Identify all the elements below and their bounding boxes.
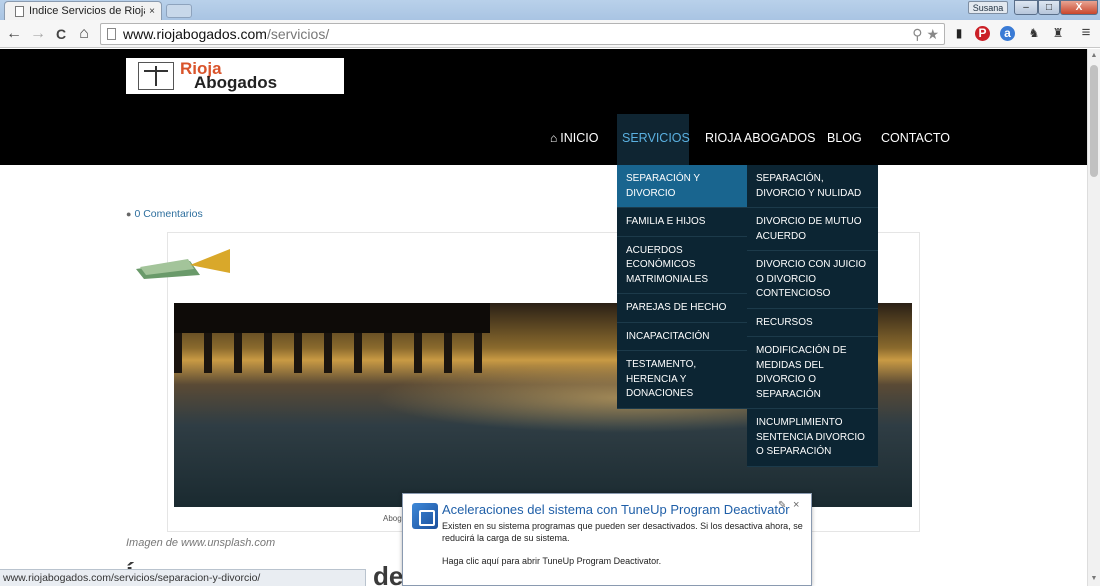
submenu-item-familia-e-hijos[interactable]: FAMILIA E HIJOS [617,208,747,237]
profile-badge[interactable]: Susana [968,1,1008,14]
vertical-scrollbar[interactable]: ▲ ▼ [1087,49,1100,586]
flyout-item-separacion-divorcio-nulidad[interactable]: SEPARACIÓN, DIVORCIO Y NULIDAD [747,165,878,208]
menu-item-inicio[interactable]: ⌂ INICIO [545,114,603,165]
servicios-dropdown: SEPARACIÓN Y DIVORCIO FAMILIA E HIJOS AC… [617,165,747,409]
address-bar[interactable]: www.riojabogados.com/servicios/ ⚲ ★ [100,23,945,45]
heading-tail: de [373,561,404,586]
window-close-button[interactable]: X [1060,0,1098,15]
submenu-item-testamento[interactable]: TESTAMENTO, HERENCIA Y DONACIONES [617,351,747,409]
flyout-item-mutuo-acuerdo[interactable]: DIVORCIO DE MUTUO ACUERDO [747,208,878,251]
forward-button[interactable]: → [29,24,47,44]
submenu-item-incapacitacion[interactable]: INCAPACITACIÓN [617,323,747,351]
comments-count: 0 Comentarios [134,208,203,220]
scroll-up-icon[interactable]: ▲ [1088,49,1100,63]
menu-label: INICIO [560,131,599,145]
search-star-icons[interactable]: ⚲ ★ [912,26,939,43]
pin-icon[interactable]: ✎ [778,500,786,511]
flyout-item-recursos[interactable]: RECURSOS [747,309,878,337]
tab-strip: Indice Servicios de Rioja A × Susana – □… [0,0,1100,20]
flyout-item-modificacion-medidas[interactable]: MODIFICACIÓN DE MEDIDAS DEL DIVORCIO O S… [747,337,878,409]
tab-title: Indice Servicios de Rioja A [29,5,145,17]
browser-toolbar: ← → C ⌂ www.riojabogados.com/servicios/ … [0,20,1100,48]
reload-button[interactable]: C [52,24,70,44]
pinterest-icon[interactable]: P [975,26,990,41]
logo-line-2: Abogados [194,73,278,92]
new-tab-button[interactable] [166,4,192,18]
extension-a-icon[interactable]: a [1000,26,1015,41]
menu-item-rioja-abogados[interactable]: RIOJA ABOGADOS [700,114,820,165]
back-button[interactable]: ← [5,24,23,44]
url-path: /servicios/ [266,26,330,42]
separacion-flyout: SEPARACIÓN, DIVORCIO Y NULIDAD DIVORCIO … [747,165,878,467]
menu-item-blog[interactable]: BLOG [822,114,867,165]
flyout-item-divorcio-contencioso[interactable]: DIVORCIO CON JUICIO O DIVORCIO CONTENCIO… [747,251,878,309]
site-header: Rioja Abogados ⌂ INICIO SERVICIOS RIOJA A… [0,49,1087,165]
tuneup-notification[interactable]: Aceleraciones del sistema con TuneUp Pro… [402,493,812,586]
page-icon [15,5,24,17]
submenu-item-acuerdos-economicos[interactable]: ACUERDOS ECONÓMICOS MATRIMONIALES [617,237,747,294]
close-icon[interactable]: × [793,499,799,511]
maximize-button[interactable]: □ [1038,0,1060,15]
photo-credit-inline: Abog [383,514,402,523]
scrollbar-thumb[interactable] [1090,65,1098,177]
comment-bubble-icon: ● [126,209,132,219]
url-host: www.riojabogados.com [123,26,267,42]
scroll-down-icon[interactable]: ▼ [1088,572,1100,586]
menu-icon[interactable]: ≡ [1078,24,1094,42]
menu-item-servicios[interactable]: SERVICIOS [617,114,690,165]
site-logo[interactable]: Rioja Abogados [126,58,344,94]
home-icon: ⌂ [550,131,558,145]
minimize-button[interactable]: – [1014,0,1038,15]
notification-link[interactable]: Haga clic aquí para abrir TuneUp Program… [442,556,661,566]
scales-of-justice-icon [138,62,174,90]
page-icon [107,28,116,40]
submenu-item-separacion-y-divorcio[interactable]: SEPARACIÓN Y DIVORCIO [617,165,747,208]
logo-text: Rioja Abogados [180,60,278,92]
menu-item-contacto[interactable]: CONTACTO [876,114,955,165]
notification-body: Existen en su sistema programas que pued… [442,521,803,543]
flyout-item-incumplimiento[interactable]: INCUMPLIMIENTO SENTENCIA DIVORCIO O SEPA… [747,409,878,467]
extension-icon[interactable]: ♜ [1050,24,1066,42]
money-thumbnail-image [136,249,230,279]
comments-link[interactable]: ● 0 Comentarios [126,208,203,220]
extension-icon[interactable]: ♞ [1026,24,1042,42]
image-caption: Imagen de www.unsplash.com [126,537,276,549]
home-button[interactable]: ⌂ [75,24,93,44]
tuneup-icon [412,503,438,529]
browser-tab[interactable]: Indice Servicios de Rioja A × [4,1,162,20]
extension-icon[interactable]: ▮ [951,24,967,42]
status-bar-url: www.riojabogados.com/servicios/separacio… [0,569,366,586]
tab-close-icon[interactable]: × [149,6,155,17]
pier-silhouette [174,303,490,333]
submenu-item-parejas-de-hecho[interactable]: PAREJAS DE HECHO [617,294,747,323]
notification-title[interactable]: Aceleraciones del sistema con TuneUp Pro… [442,502,790,517]
